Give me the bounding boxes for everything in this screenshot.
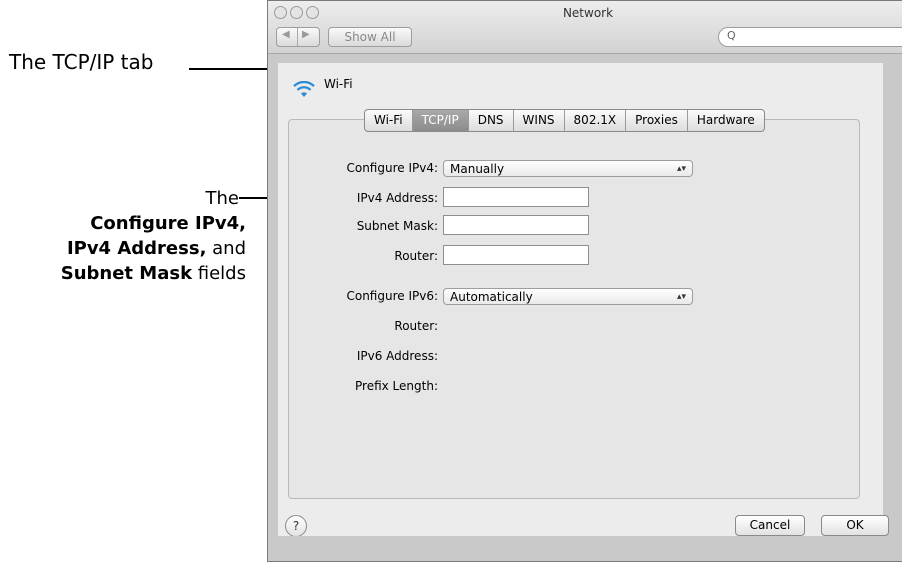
cancel-button[interactable]: Cancel [735, 515, 805, 536]
interface-name: Wi-Fi [324, 77, 353, 91]
tab-bar: Wi-Fi TCP/IP DNS WINS 802.1X Proxies Har… [364, 109, 765, 132]
ok-button[interactable]: OK [821, 515, 889, 536]
search-icon: Q [727, 29, 736, 42]
wifi-icon [293, 81, 315, 97]
subnet-mask-label: Subnet Mask: [356, 219, 438, 233]
prefix-length-label: Prefix Length: [355, 379, 438, 393]
tab-dns[interactable]: DNS [469, 110, 514, 131]
nav-segment: ◀ ▶ [276, 27, 320, 47]
back-arrow-icon[interactable]: ◀ [282, 29, 290, 40]
configure-ipv6-value: Automatically [450, 290, 533, 304]
configure-ipv4-select[interactable]: Manually ▴▾ [443, 160, 693, 177]
network-window: Network ◀ ▶ Show All Q Wi-Fi Wi-Fi TCP/I… [267, 0, 902, 562]
ipv4-address-label: IPv4 Address: [356, 191, 438, 205]
fields-callout-line3: IPv4 Address, and [66, 238, 246, 259]
tcpip-tab-callout: The TCP/IP tab [9, 50, 154, 74]
window-title: Network [562, 6, 614, 20]
search-field[interactable]: Q [718, 27, 902, 47]
tab-wifi[interactable]: Wi-Fi [365, 110, 413, 131]
fields-callout-line1: The [205, 188, 239, 209]
fields-callout: The Configure IPv4, IPv4 Address, and Su… [0, 186, 246, 286]
ipv4-address-field[interactable] [443, 187, 589, 207]
forward-arrow-icon[interactable]: ▶ [302, 29, 310, 40]
router-field[interactable] [443, 245, 589, 265]
configure-ipv6-label: Configure IPv6: [346, 289, 438, 303]
select-arrows-icon: ▴▾ [676, 292, 686, 302]
tab-hardware[interactable]: Hardware [688, 110, 764, 131]
fields-callout-line4: Subnet Mask fields [60, 263, 246, 284]
ipv6-address-label: IPv6 Address: [356, 349, 438, 363]
ipv6-router-label: Router: [394, 319, 438, 333]
tab-8021x[interactable]: 802.1X [565, 110, 627, 131]
tab-tcpip[interactable]: TCP/IP [412, 110, 469, 131]
configure-ipv4-value: Manually [450, 162, 505, 176]
router-label: Router: [394, 249, 438, 263]
tab-wins[interactable]: WINS [514, 110, 565, 131]
tab-proxies[interactable]: Proxies [626, 110, 688, 131]
help-button[interactable]: ? [285, 515, 307, 537]
dimmed-bottom-bar [268, 536, 902, 561]
fields-callout-line2: Configure IPv4, [90, 213, 246, 234]
show-all-button[interactable]: Show All [328, 27, 412, 47]
configure-ipv6-select[interactable]: Automatically ▴▾ [443, 288, 693, 305]
title-bar: Network ◀ ▶ Show All Q [268, 1, 902, 54]
subnet-mask-field[interactable] [443, 215, 589, 235]
configure-ipv4-label: Configure IPv4: [346, 161, 438, 175]
select-arrows-icon: ▴▾ [676, 164, 686, 174]
